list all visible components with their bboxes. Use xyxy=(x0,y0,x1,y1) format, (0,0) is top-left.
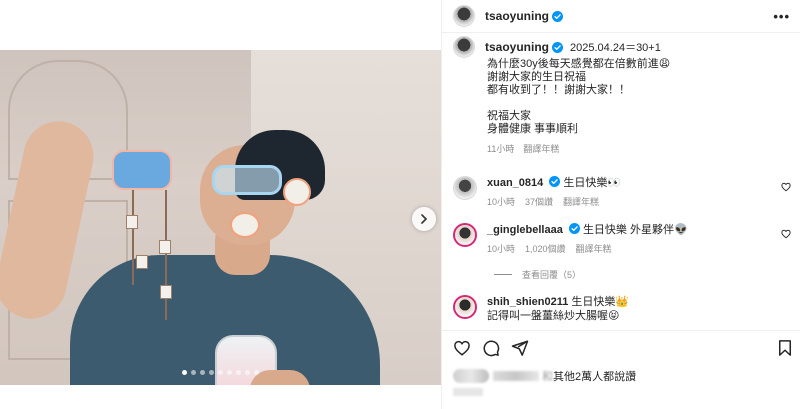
comment-like-heart-icon[interactable] xyxy=(781,229,791,239)
comment-avatar[interactable] xyxy=(453,295,477,319)
comment-time[interactable]: 10小時 xyxy=(487,195,515,209)
comment-item: shih_shien0211 生日快樂👑 記得叫一盤薑絲炒大腸喔😝 xyxy=(453,295,793,323)
view-replies-button[interactable]: 查看回覆（5） xyxy=(494,268,581,281)
comment-avatar[interactable] xyxy=(453,223,477,247)
comment-time[interactable]: 10小時 xyxy=(487,242,515,256)
comment-username[interactable]: shih_shien0211 xyxy=(487,296,568,308)
comment-avatar[interactable] xyxy=(453,176,477,200)
liker-name xyxy=(493,371,539,381)
caption-translate-link[interactable]: 翻譯年糕 xyxy=(523,142,559,155)
carousel-dot xyxy=(218,370,223,375)
comment-translate-link[interactable]: 翻譯年糕 xyxy=(563,195,599,209)
caption-username[interactable]: tsaoyuning xyxy=(485,40,549,54)
carousel-dot xyxy=(182,370,187,375)
photo-flower-1 xyxy=(283,178,311,206)
likes-count-text: 其他2萬人都說讚 xyxy=(553,371,637,383)
heart-icon[interactable] xyxy=(453,339,471,357)
carousel-dot xyxy=(245,370,250,375)
likes-summary[interactable]: 和 其他2萬人都說讚 xyxy=(453,368,636,384)
comment-text: 生日快樂 外星夥伴👽 xyxy=(582,224,688,236)
verified-badge-icon xyxy=(549,176,561,187)
liker-avatars xyxy=(453,369,489,383)
post-header: tsaoyuning ••• xyxy=(442,0,800,33)
carousel-dot xyxy=(200,370,205,375)
photo-flower-2 xyxy=(230,212,260,238)
comment-likes[interactable]: 1,020個讚 xyxy=(525,242,566,256)
carousel-dot xyxy=(209,370,214,375)
more-options-button[interactable]: ••• xyxy=(773,9,790,24)
view-replies-label: 查看回覆（5） xyxy=(522,270,582,280)
comment-likes[interactable]: 37個讚 xyxy=(525,195,553,209)
author-avatar[interactable] xyxy=(453,5,475,27)
comment-item: xuan_0814 生日快樂👀 10小時 37個讚 翻譯年糕 xyxy=(453,176,793,209)
share-icon[interactable] xyxy=(511,339,529,357)
carousel-dot xyxy=(254,370,259,375)
verified-badge-icon xyxy=(568,223,580,234)
comment-text: 生日快樂👀 xyxy=(563,177,622,189)
carousel-dot xyxy=(191,370,196,375)
photo-toy xyxy=(112,150,172,190)
carousel-next-button[interactable] xyxy=(412,207,436,231)
photo-charm xyxy=(159,240,171,254)
caption-avatar[interactable] xyxy=(453,36,475,58)
comment-text: 生日快樂👑 xyxy=(571,296,630,308)
chevron-right-icon xyxy=(421,214,428,224)
photo-string-1 xyxy=(132,190,134,285)
verified-badge-icon xyxy=(552,10,564,22)
caption-text: 為什麼30y後每天感覺都在倍數前進😩 謝謝大家的生日祝福 都有收到了！！謝謝大家… xyxy=(487,58,671,135)
post-action-bar xyxy=(442,330,800,364)
comment-translate-link[interactable]: 翻譯年糕 xyxy=(576,242,612,256)
likes-prefix: 和 xyxy=(542,371,553,383)
comment-username[interactable]: _ginglebellaaa xyxy=(487,224,563,236)
comment-like-heart-icon[interactable] xyxy=(781,182,791,192)
photo-goggles xyxy=(212,165,282,195)
post-detail-panel: tsaoyuning ••• tsaoyuning 2025.04.24＝30+… xyxy=(441,0,800,409)
photo-charm xyxy=(160,285,172,299)
carousel-dot xyxy=(236,370,241,375)
comment-username[interactable]: xuan_0814 xyxy=(487,177,543,189)
bookmark-icon[interactable] xyxy=(776,339,794,357)
photo-charm xyxy=(136,255,148,269)
photo-string-2 xyxy=(165,190,167,320)
carousel-dot xyxy=(227,370,232,375)
post-timestamp xyxy=(453,388,483,396)
replies-line xyxy=(494,274,512,275)
author-username[interactable]: tsaoyuning xyxy=(485,9,549,23)
caption-time[interactable]: 11小時 xyxy=(487,142,514,155)
comment-text-line2: 記得叫一盤薑絲炒大腸喔😝 xyxy=(487,310,620,322)
verified-badge-icon xyxy=(552,41,564,53)
carousel-indicator xyxy=(0,370,441,375)
caption-date: 2025.04.24＝30+1 xyxy=(570,42,661,54)
post-photo[interactable] xyxy=(0,50,441,385)
post-media xyxy=(0,0,441,409)
comment-icon[interactable] xyxy=(482,339,500,357)
photo-charm xyxy=(126,215,138,229)
post-caption: tsaoyuning 2025.04.24＝30+1 為什麼30y後每天感覺都在… xyxy=(453,36,793,155)
comment-item: _ginglebellaaa 生日快樂 外星夥伴👽 10小時 1,020個讚 翻… xyxy=(453,223,793,256)
